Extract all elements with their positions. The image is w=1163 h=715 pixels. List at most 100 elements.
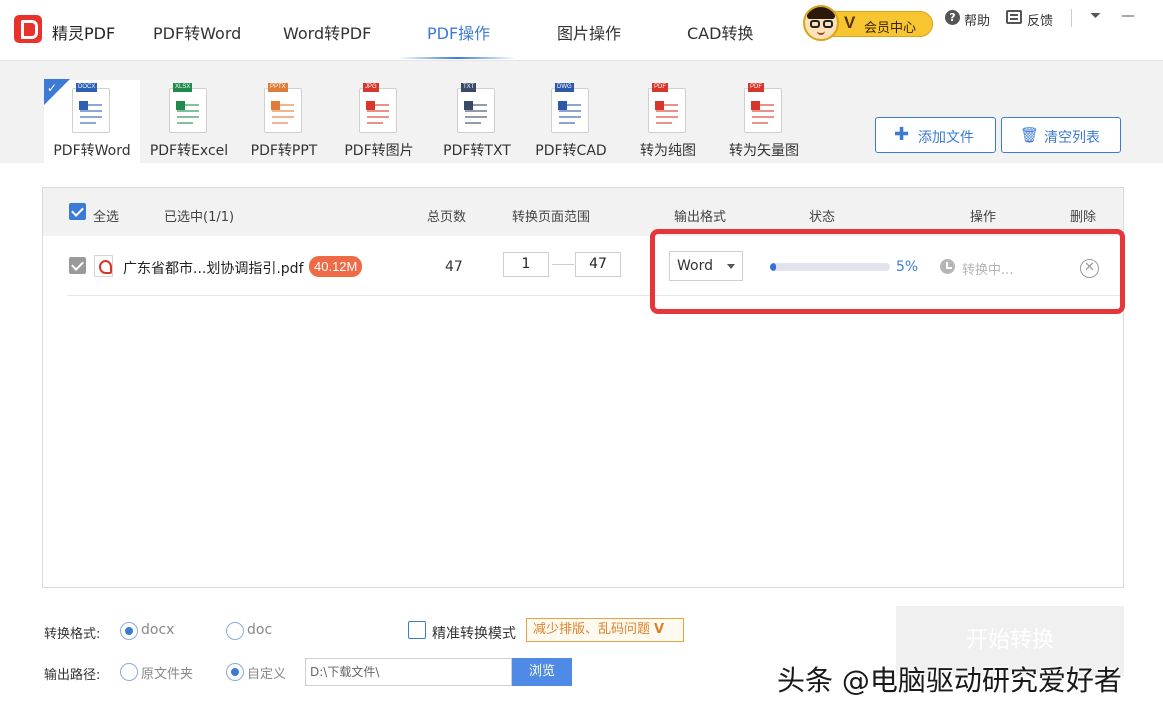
app-logo-icon [14, 15, 42, 43]
to-vector-icon: PDF [744, 83, 782, 133]
pdf-to-ppt-icon: PPTX [264, 83, 302, 133]
range-separator [552, 264, 574, 265]
file-type-tag: JPG [363, 83, 379, 92]
feedback-link[interactable]: 反馈 [1027, 10, 1053, 29]
feedback-icon[interactable] [1006, 10, 1022, 24]
page-count: 47 [445, 259, 463, 275]
output-path-label: 输出路径: [44, 668, 101, 683]
convert-format-label: 转换格式: [44, 627, 101, 642]
tool-pdf-to-image[interactable]: JPG PDF转图片 [331, 80, 427, 164]
vip-center-button[interactable]: V 会员中心 [803, 5, 933, 41]
doc-glyph-icon [176, 101, 200, 127]
file-type-tag: DOCX [76, 83, 98, 92]
pdf-file-icon [94, 255, 113, 277]
file-size-badge: 40.12M [309, 256, 363, 277]
app-name: 精灵PDF [52, 24, 116, 43]
help-link[interactable]: 帮助 [964, 10, 990, 29]
range-from-input[interactable]: 1 [503, 252, 549, 277]
tab-pdf-to-word[interactable]: PDF转Word [153, 20, 241, 44]
pdf-to-cad-icon: DWG [551, 83, 589, 133]
precise-mode-label: 精准转换模式 [432, 626, 516, 642]
tool-to-pure-image[interactable]: PDF 转为纯图 [620, 80, 716, 164]
format-doc-label: doc [247, 622, 273, 638]
pdf-to-txt-icon: TXT [457, 83, 495, 133]
precise-mode-tip[interactable]: 减少排版、乱码问题 ᐯ [526, 618, 684, 642]
tool-label: PDF转图片 [344, 143, 414, 159]
format-docx-radio[interactable] [120, 622, 138, 640]
path-custom-label: 自定义 [247, 667, 287, 682]
tool-pdf-to-excel[interactable]: XLSX PDF转Excel [141, 80, 237, 164]
select-all-checkbox[interactable] [69, 203, 86, 220]
check-icon: ✓ [47, 81, 58, 95]
tool-label: PDF转Word [53, 143, 131, 159]
path-custom-radio[interactable] [226, 663, 244, 681]
file-list-panel: 全选 已选中(1/1) 总页数 转换页面范围 输出格式 状态 操作 删除 广东省… [42, 187, 1125, 588]
tab-word-to-pdf[interactable]: Word转PDF [283, 20, 371, 44]
selected-count: 已选中(1/1) [164, 210, 235, 225]
add-file-label: 添加文件 [918, 130, 974, 146]
file-name: 广东省都市...划协调指引.pdf [123, 261, 304, 277]
pdf-to-word-icon: DOCX [72, 83, 110, 133]
precise-mode-checkbox[interactable] [408, 621, 426, 639]
format-doc-radio[interactable] [226, 622, 244, 640]
col-range: 转换页面范围 [512, 210, 591, 225]
trash-icon: 🗑 [1020, 126, 1040, 144]
clear-list-label: 清空列表 [1044, 130, 1100, 146]
path-original-radio[interactable] [120, 663, 138, 681]
plus-icon: ✚ [894, 124, 910, 145]
tab-pdf-operations[interactable]: PDF操作 [427, 20, 490, 44]
chevron-down-icon: ᐯ [654, 622, 665, 637]
doc-glyph-icon [558, 101, 582, 127]
to-pure-image-icon: PDF [648, 83, 686, 133]
row-checkbox[interactable] [69, 257, 86, 274]
col-pages: 总页数 [427, 210, 467, 225]
help-icon[interactable]: ? [945, 10, 960, 25]
col-delete: 删除 [1070, 210, 1097, 225]
tab-cad-convert[interactable]: CAD转换 [687, 20, 753, 44]
file-type-tag: TXT [461, 83, 477, 92]
file-type-tag: DWG [555, 83, 574, 92]
doc-glyph-icon [79, 101, 103, 127]
tool-label: 转为矢量图 [729, 143, 799, 159]
doc-glyph-icon [366, 101, 390, 127]
doc-glyph-icon [271, 101, 295, 127]
tool-label: PDF转TXT [443, 143, 511, 159]
tool-pdf-to-txt[interactable]: TXT PDF转TXT [429, 80, 525, 164]
format-docx-label: docx [141, 622, 175, 638]
pdf-to-excel-icon: XLSX [169, 83, 207, 133]
file-type-tag: PPTX [268, 83, 288, 92]
pdf-to-image-icon: JPG [359, 83, 397, 133]
tool-pdf-to-ppt[interactable]: PPTX PDF转PPT [236, 80, 332, 164]
doc-glyph-icon [655, 101, 679, 127]
top-bar: 精灵PDF PDF转Word Word转PDF PDF操作 图片操作 CAD转换… [0, 0, 1163, 60]
file-type-tag: PDF [748, 83, 764, 92]
doc-glyph-icon [464, 101, 488, 127]
tool-label: PDF转CAD [535, 143, 607, 159]
add-file-button[interactable]: ✚ 添加文件 [875, 117, 996, 153]
active-tab-indicator [398, 57, 516, 59]
menu-dropdown-icon[interactable]: ⏷ [1090, 8, 1101, 24]
clear-list-button[interactable]: 🗑 清空列表 [1001, 117, 1121, 153]
file-type-tag: PDF [652, 83, 668, 92]
file-type-tag: XLSX [173, 83, 193, 92]
col-operation: 操作 [970, 210, 997, 225]
watermark: 头条 @电脑驱动研究爱好者 [777, 664, 1122, 697]
browse-button[interactable]: 浏览 [512, 658, 572, 686]
col-status: 状态 [809, 210, 836, 225]
tool-label: 转为纯图 [640, 143, 696, 159]
tool-pdf-to-cad[interactable]: DWG PDF转CAD [523, 80, 619, 164]
vip-v-icon: V [844, 13, 856, 32]
tool-to-vector[interactable]: PDF 转为矢量图 [716, 80, 812, 164]
path-original-label: 原文件夹 [141, 667, 194, 682]
tool-label: PDF转Excel [149, 143, 229, 159]
range-to-input[interactable]: 47 [575, 252, 621, 277]
output-path-input[interactable]: D:\下载文件\ [305, 658, 512, 686]
col-format: 输出格式 [674, 210, 727, 225]
minimize-icon[interactable]: — [1121, 8, 1135, 24]
avatar [803, 5, 839, 41]
tool-label: PDF转PPT [250, 143, 318, 159]
precise-tip-text: 减少排版、乱码问题 [533, 622, 651, 637]
tab-image-operations[interactable]: 图片操作 [557, 20, 621, 44]
highlight-annotation [650, 229, 1125, 314]
select-all-label: 全选 [93, 210, 120, 225]
